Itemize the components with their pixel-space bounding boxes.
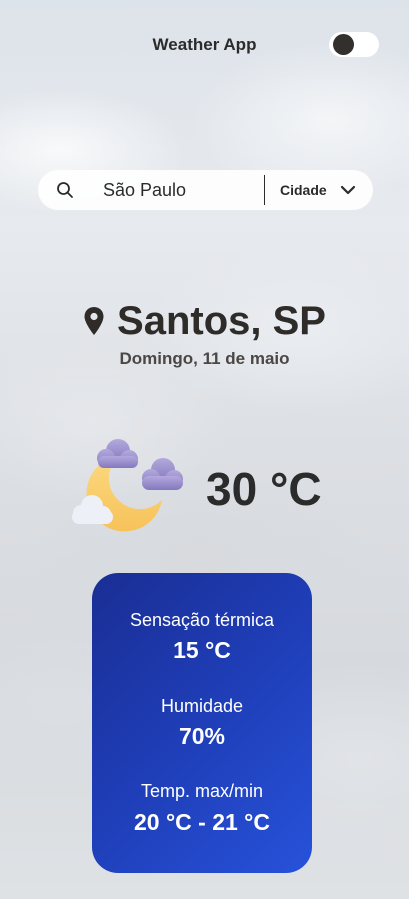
toggle-knob	[333, 34, 354, 55]
search-mode-label: Cidade	[280, 182, 327, 198]
current-temperature: 30 °C	[206, 463, 322, 515]
location-pin-icon	[84, 307, 104, 335]
search-mode-select[interactable]: Cidade	[274, 170, 369, 210]
date-label: Domingo, 11 de maio	[119, 349, 290, 368]
search-bar: Cidade	[38, 170, 373, 210]
feels-like-label: Sensação térmica	[129, 610, 275, 630]
feels-like-value: 15 °C	[173, 637, 231, 663]
partly-cloudy-night-icon	[72, 439, 183, 532]
theme-toggle[interactable]	[329, 32, 379, 57]
search-divider	[264, 175, 265, 205]
min-max-label: Temp. max/min	[140, 781, 264, 801]
search-icon[interactable]	[56, 181, 74, 199]
humidity-label: Humidade	[160, 696, 244, 716]
min-max-value: 20 °C - 21 °C	[133, 809, 270, 835]
search-input[interactable]	[103, 177, 253, 203]
weather-details-card: Sensação térmica 15 °C Humidade 70% Temp…	[92, 573, 312, 873]
city-name: Santos, SP	[117, 298, 326, 343]
humidity-value: 70%	[178, 723, 226, 749]
location-row: Santos, SP	[0, 298, 409, 344]
app-header: Weather App	[0, 30, 409, 60]
chevron-down-icon	[340, 185, 356, 195]
